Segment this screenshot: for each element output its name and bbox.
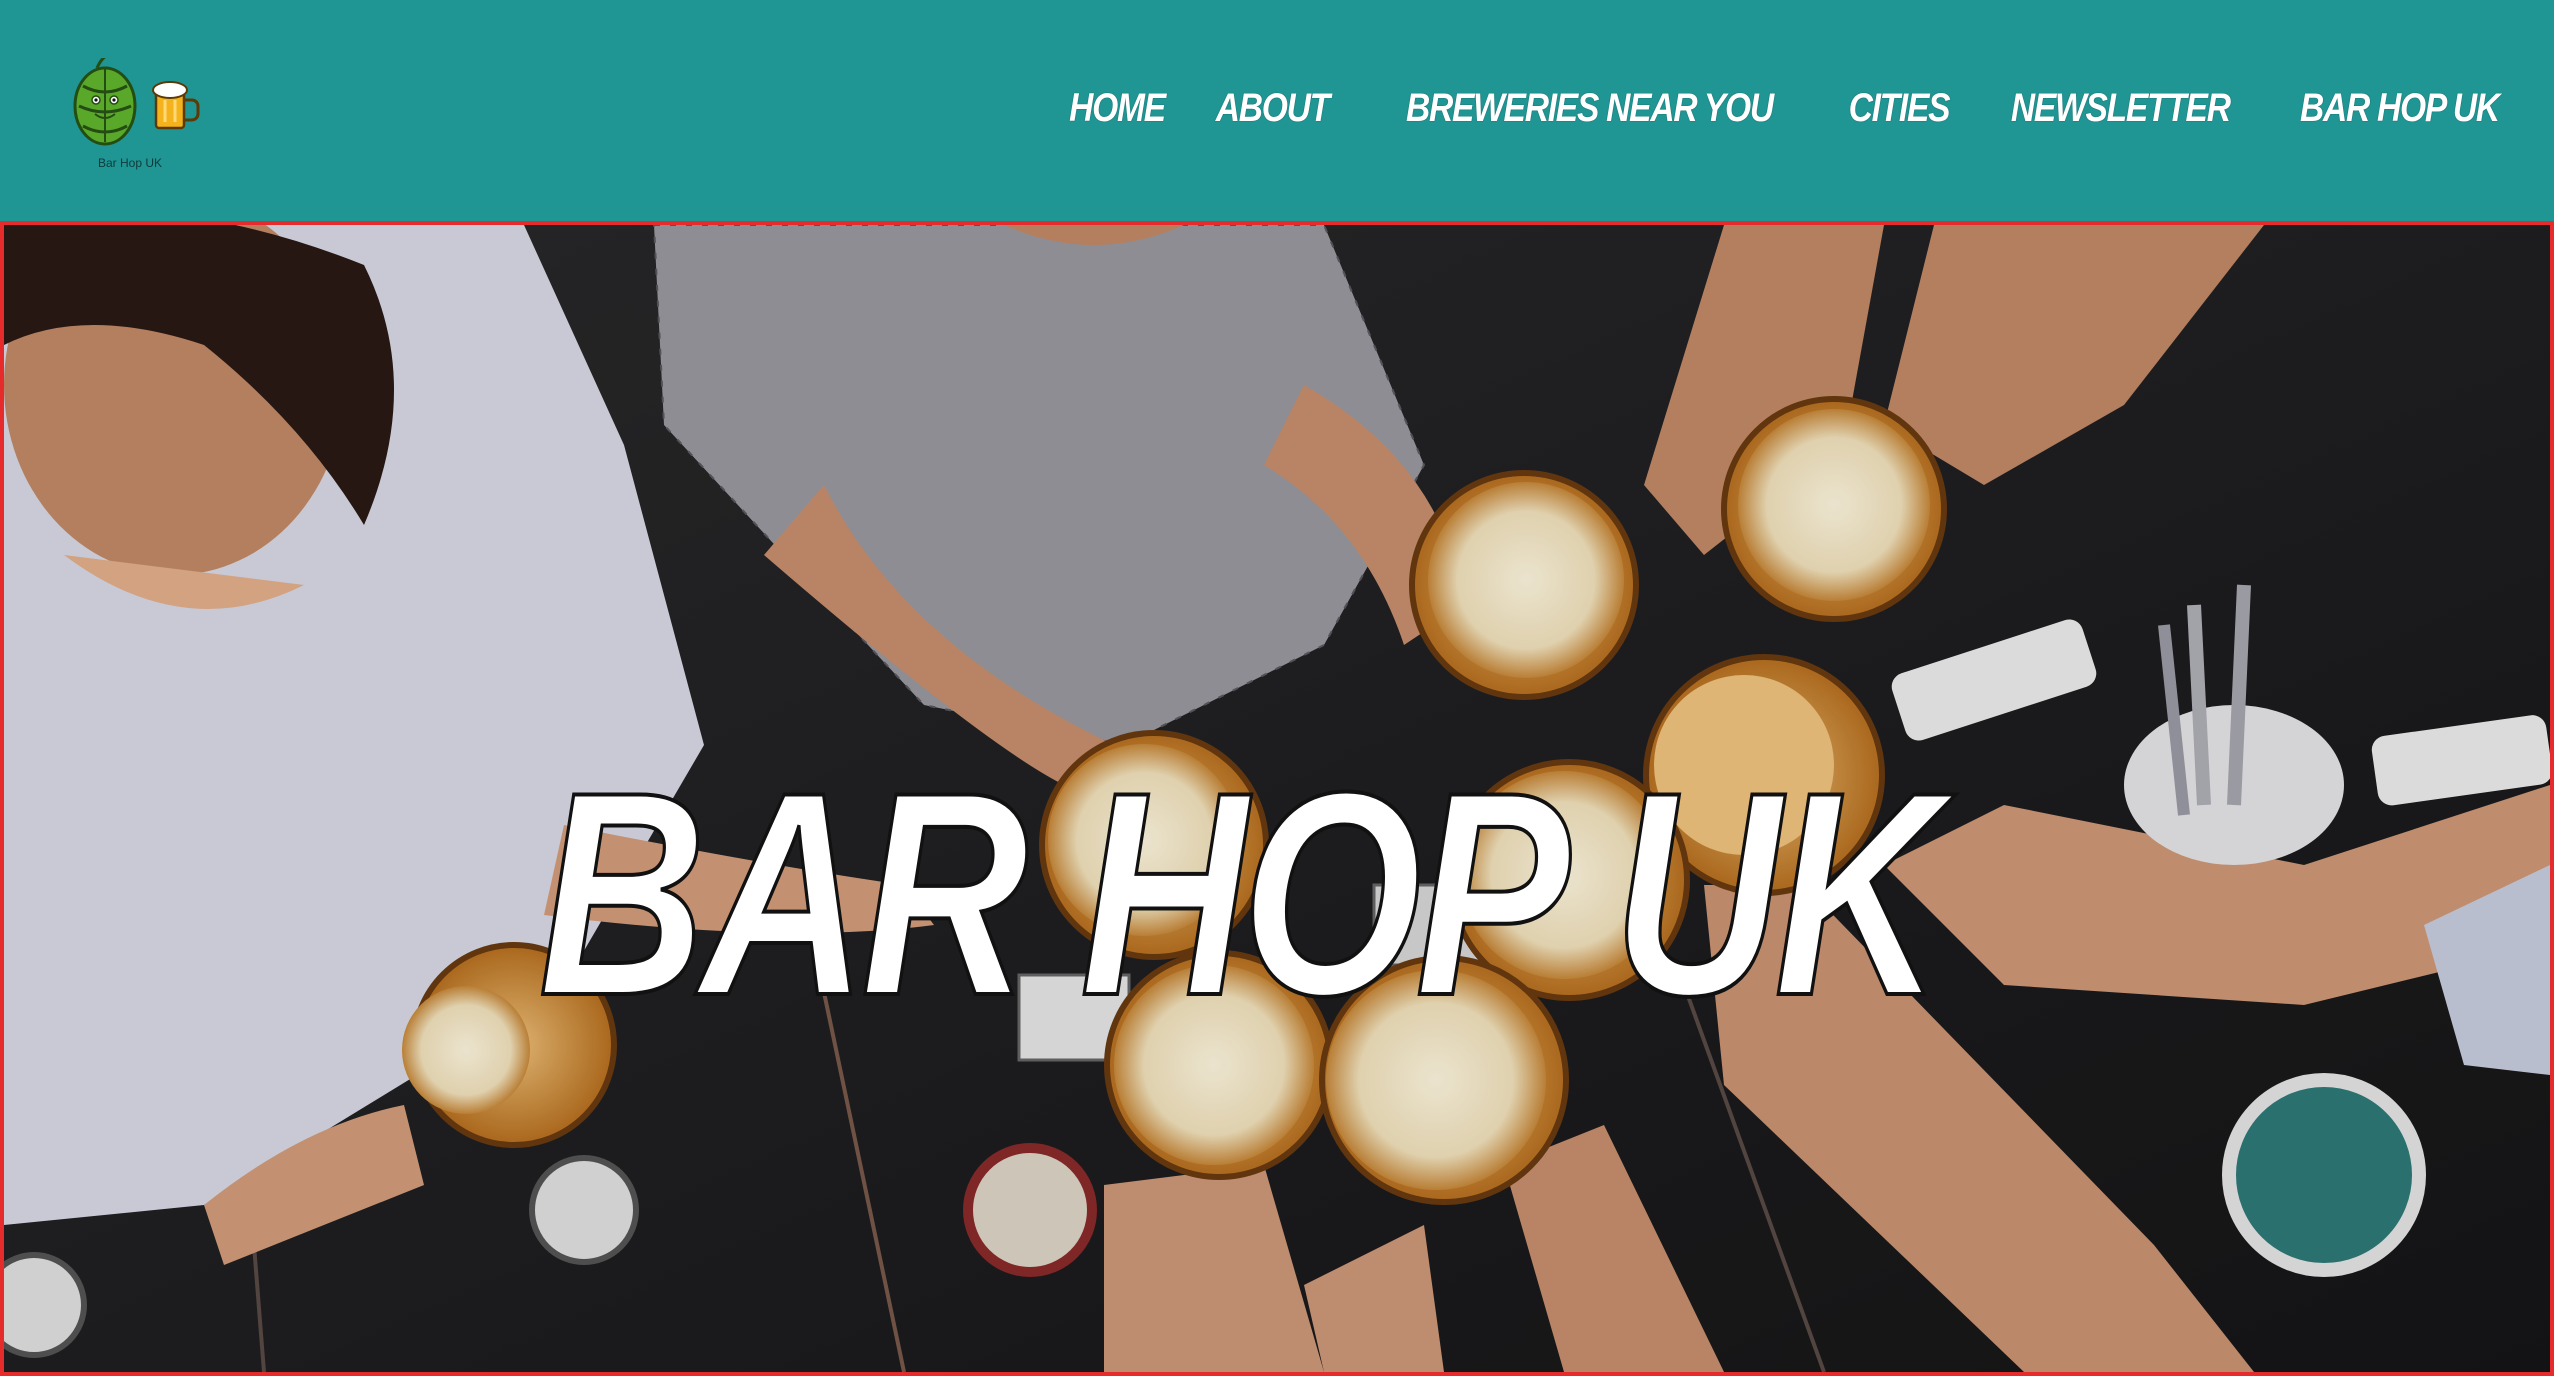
site-logo[interactable]: Bar Hop UK <box>60 58 200 176</box>
nav-item-cities[interactable]: Cities <box>1848 86 1950 131</box>
nav-item-newsletter[interactable]: Newsletter <box>2010 86 2230 131</box>
site-header: Bar Hop UK Home About Breweries Near You… <box>0 0 2554 221</box>
nav-item-bar-hop-uk[interactable]: Bar Hop UK <box>2300 86 2500 131</box>
beer-mug-icon <box>152 81 200 130</box>
hero-title: BAR HOP UK <box>537 732 1943 1057</box>
nav-item-home[interactable]: Home <box>1069 86 1166 131</box>
hero-banner: BAR HOP UK <box>0 221 2554 1376</box>
nav-item-breweries-near-you[interactable]: Breweries Near You <box>1406 86 1774 131</box>
main-nav: Home About Breweries Near You Cities New… <box>1060 80 2518 136</box>
logo-caption: Bar Hop UK <box>97 156 163 170</box>
nav-item-about[interactable]: About <box>1216 86 1330 131</box>
hop-icon <box>73 58 200 146</box>
